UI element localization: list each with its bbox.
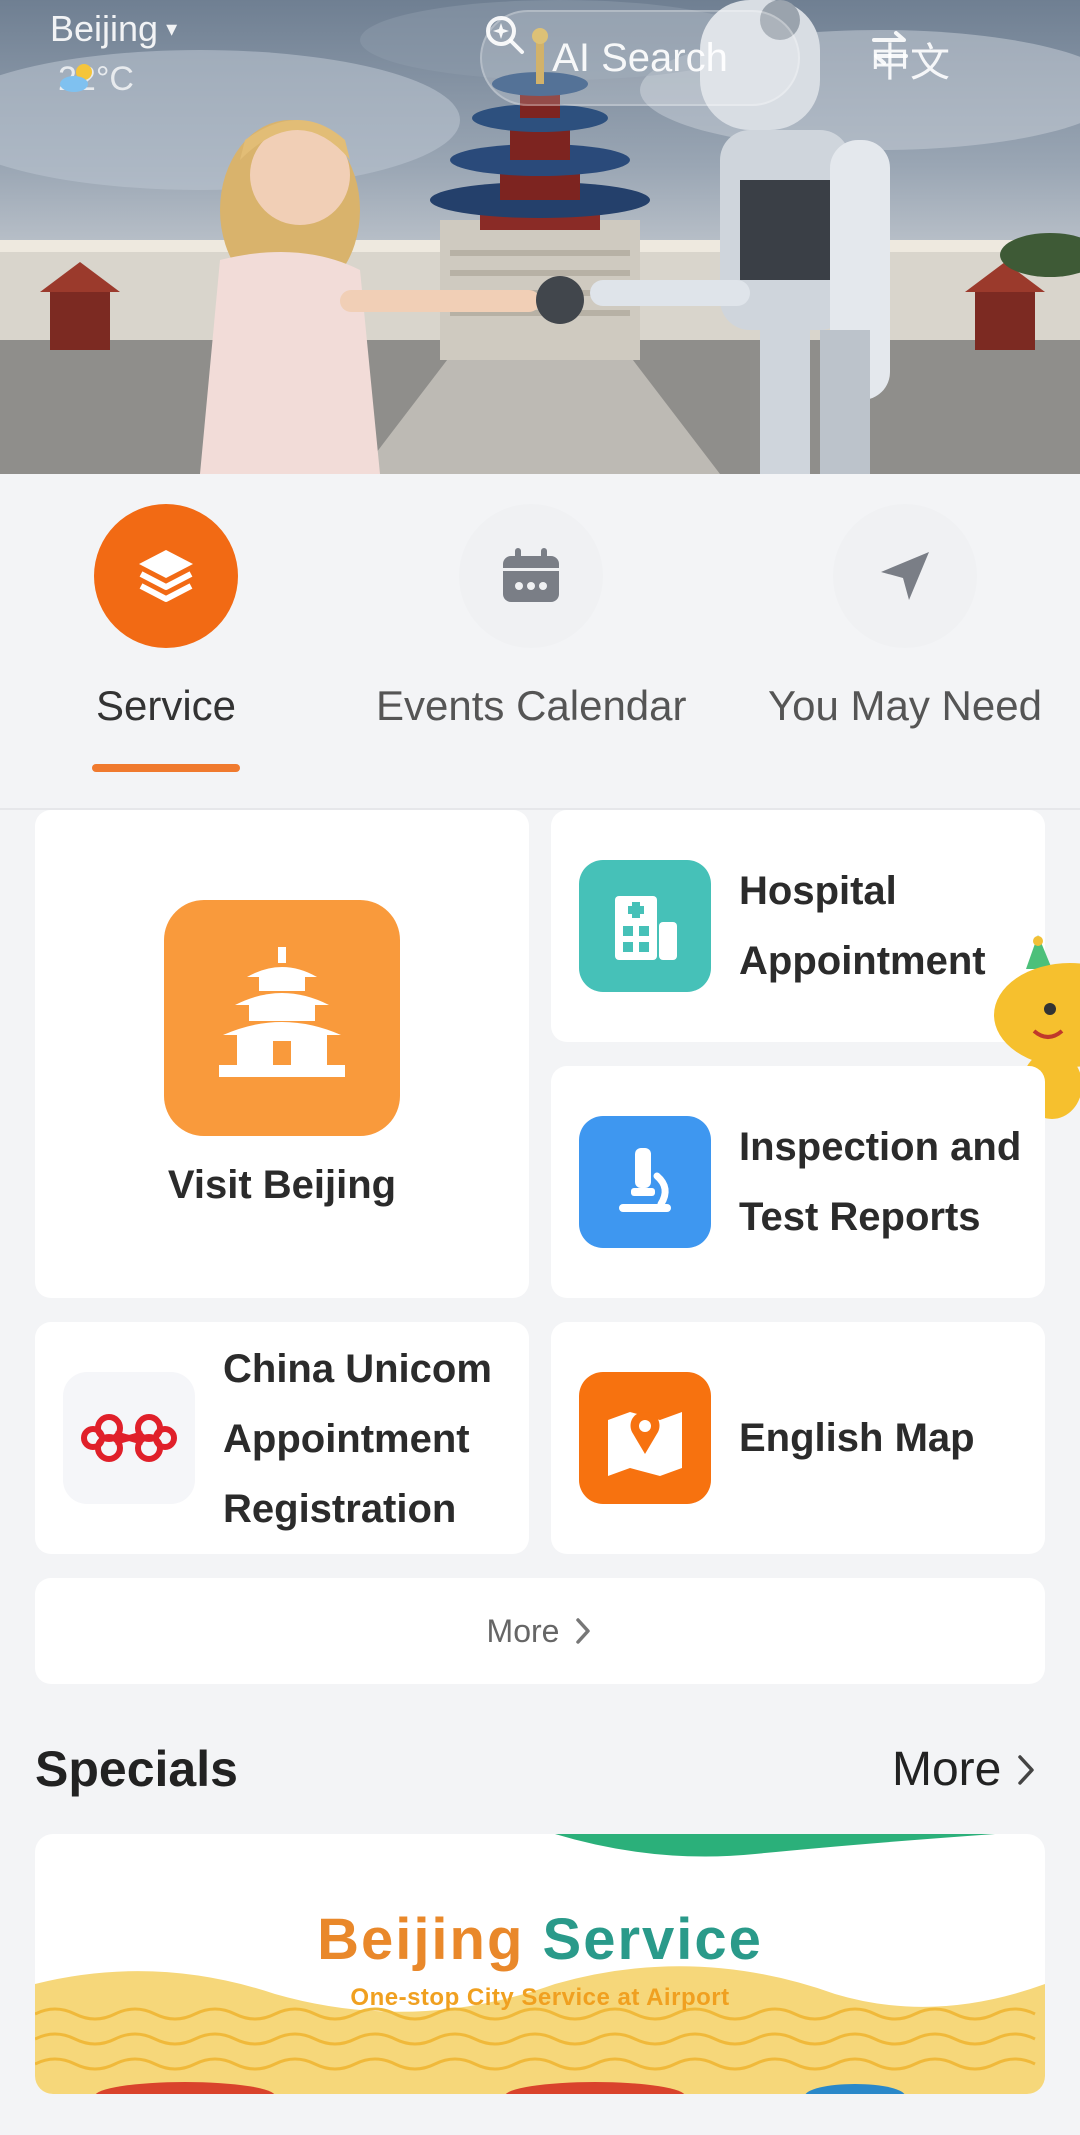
ai-search-label: AI Search bbox=[552, 35, 728, 80]
swap-arrows-icon bbox=[872, 31, 908, 65]
temple-of-heaven-icon bbox=[164, 900, 400, 1136]
china-unicom-card[interactable]: China Unicom Appointment Registration bbox=[35, 1322, 529, 1554]
unicom-title-line2: Appointment bbox=[223, 1417, 470, 1461]
weather-widget: 22°C bbox=[58, 60, 134, 99]
banner-title-part1: Beijing bbox=[317, 1907, 525, 1972]
inspection-title-line1: Inspection and bbox=[739, 1125, 1022, 1169]
tab-you-may-need[interactable]: You May Need bbox=[768, 504, 1042, 730]
tab-events-circle bbox=[459, 504, 604, 648]
chevron-right-icon bbox=[576, 1618, 591, 1644]
chevron-right-icon bbox=[1018, 1754, 1035, 1785]
ai-search-button[interactable]: AI Search bbox=[480, 10, 800, 106]
hospital-title-line2: Appointment bbox=[739, 939, 986, 983]
layers-icon bbox=[139, 550, 193, 602]
banner-subtitle: One-stop City Service at Airport bbox=[350, 1984, 730, 2011]
hospital-building-icon bbox=[579, 860, 711, 992]
english-map-label: English Map bbox=[739, 1416, 975, 1460]
ai-search-icon bbox=[486, 16, 524, 54]
china-unicom-logo bbox=[63, 1372, 195, 1504]
inspection-reports-card[interactable]: Inspection and Test Reports bbox=[551, 1066, 1045, 1298]
tab-service-circle bbox=[94, 504, 238, 648]
visit-beijing-label: Visit Beijing bbox=[167, 1163, 397, 1207]
city-selector[interactable]: Beijing ▾ bbox=[50, 8, 177, 50]
hero-banner[interactable]: Beijing ▾ 22°C AI Search 中文 bbox=[0, 0, 1080, 474]
more-services-button[interactable]: More bbox=[35, 1578, 1045, 1684]
tab-events-calendar[interactable]: Events Calendar bbox=[376, 504, 687, 730]
unicom-title-line3: Registration bbox=[223, 1487, 457, 1531]
tab-you-may-need-circle bbox=[832, 504, 977, 648]
caret-down-icon: ▾ bbox=[166, 16, 178, 41]
map-pin-icon bbox=[579, 1372, 711, 1504]
english-map-card[interactable]: English Map bbox=[551, 1322, 1045, 1554]
more-services-label: More bbox=[486, 1612, 560, 1649]
active-tab-indicator bbox=[92, 764, 240, 772]
navigation-arrow-icon bbox=[880, 552, 929, 600]
tab-service[interactable]: Service bbox=[94, 504, 238, 730]
microscope-icon bbox=[579, 1116, 711, 1248]
tab-you-may-need-label: You May Need bbox=[768, 682, 1042, 729]
banner-title-part2: Service bbox=[542, 1907, 763, 1972]
partly-sunny-icon bbox=[60, 64, 92, 92]
inspection-title-line2: Test Reports bbox=[739, 1195, 981, 1239]
specials-more-link[interactable]: More bbox=[892, 1742, 1037, 1797]
visit-beijing-card[interactable]: Visit Beijing bbox=[35, 810, 529, 1298]
hospital-appointment-card[interactable]: Hospital Appointment bbox=[551, 810, 1045, 1042]
language-switch[interactable]: 中文 bbox=[870, 30, 950, 88]
specials-more-label: More bbox=[892, 1743, 1002, 1796]
tab-events-label: Events Calendar bbox=[376, 682, 687, 729]
calendar-icon bbox=[503, 548, 560, 602]
hospital-title-line1: Hospital bbox=[739, 869, 897, 913]
tab-service-label: Service bbox=[95, 682, 237, 729]
category-tabs: Service Events Calendar You May Need bbox=[0, 474, 1080, 814]
unicom-title-line1: China Unicom bbox=[223, 1347, 492, 1391]
beijing-service-banner[interactable]: Beijing Service One-stop City Service at… bbox=[35, 1834, 1045, 2094]
city-label: Beijing bbox=[50, 8, 159, 49]
specials-heading: Specials bbox=[35, 1741, 238, 1797]
banner-title: Beijing Service bbox=[35, 1906, 1045, 1973]
